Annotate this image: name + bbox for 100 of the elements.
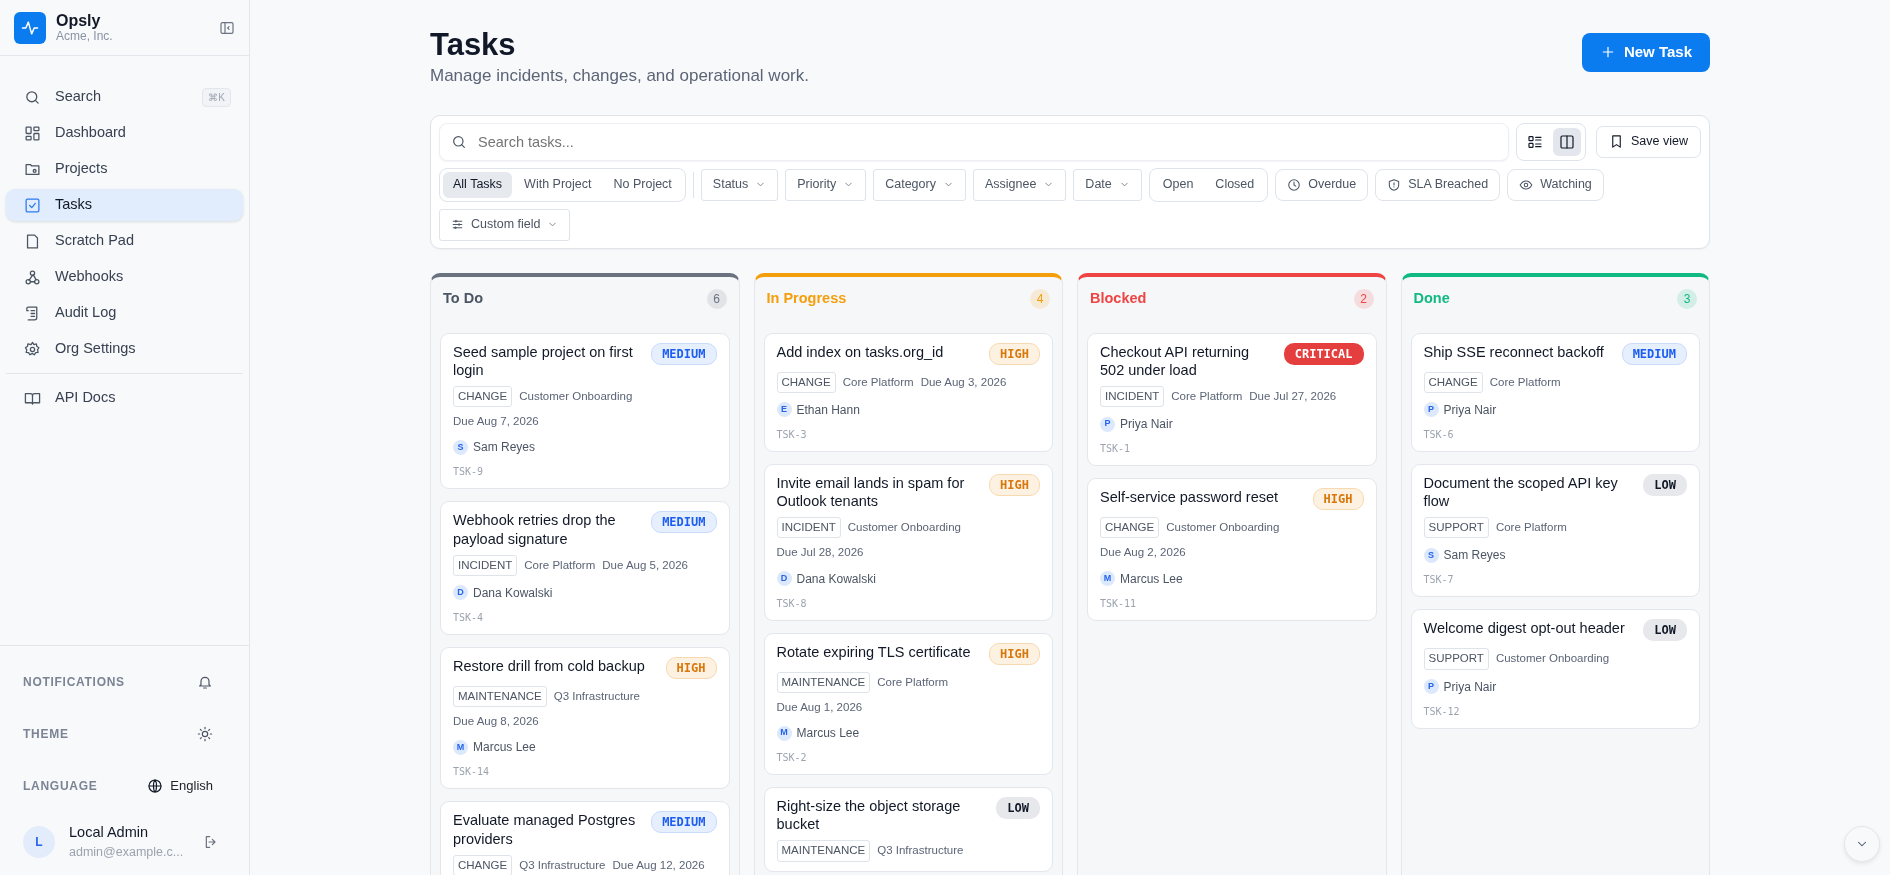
task-title: Invite email lands in spam for Outlook tenants [776, 473, 966, 511]
filter-dropdown[interactable]: Date [1073, 168, 1142, 201]
due-date: Due Aug 2, 2026 [1100, 545, 1186, 561]
category-tag: SUPPORT [1423, 648, 1489, 670]
new-task-button[interactable]: New Task [1581, 33, 1710, 72]
task-card[interactable]: Rotate expiring TLS certificate HIGH MAINTENANCE Core Platform Due Aug 1, 2026 M Marcus Lee TSK-2 [763, 632, 1053, 776]
nav-item[interactable]: Audit Log [6, 297, 243, 329]
task-card[interactable]: Restore drill from cold backup HIGH MAINTENANCE Q3 Infrastructure Due Aug 8, 2026 M Marcus Lee TSK-14 [440, 646, 730, 790]
shortcut-hint: ⌘K [202, 87, 231, 107]
assignee-name: Ethan Hann [796, 401, 860, 419]
filter-dropdown[interactable]: Assignee [972, 168, 1067, 201]
language-selector[interactable]: English [147, 775, 213, 796]
due-date: Due Aug 7, 2026 [453, 414, 539, 430]
task-card[interactable]: Seed sample project on first login MEDIUM CHANGE Customer Onboarding Due Aug 7, 2026 S Sam Reyes TSK-9 [440, 332, 730, 490]
priority-badge: HIGH [1312, 488, 1364, 511]
category-tag: MAINTENANCE [453, 685, 547, 708]
list-view-icon [1526, 133, 1543, 150]
column-title: Blocked [1090, 288, 1147, 308]
nav-item[interactable]: API Docs [6, 382, 243, 414]
task-card[interactable]: Right-size the object storage bucket LOW MAINTENANCE Q3 Infrastructure [763, 787, 1053, 872]
custom-field-button[interactable]: Custom field [439, 208, 571, 241]
category-tag: CHANGE [1423, 371, 1483, 393]
task-id: TSK-11 [1100, 596, 1138, 611]
project-name: Q3 Infrastructure [519, 857, 606, 873]
grid-icon [24, 124, 41, 142]
assignee-name: Priya Nair [1443, 401, 1497, 419]
nav-item[interactable]: Org Settings [6, 333, 243, 365]
columns-icon [1558, 133, 1575, 150]
nav-item[interactable]: Tasks [6, 189, 243, 221]
assignee-avatar: E [776, 402, 792, 418]
nav-item[interactable]: Search ⌘K [6, 81, 243, 113]
count-badge: 6 [706, 288, 727, 309]
save-view-button[interactable]: Save view [1596, 125, 1701, 158]
task-id: TSK-8 [776, 596, 808, 611]
task-title: Seed sample project on first login [453, 342, 634, 379]
task-id: TSK-7 [1423, 573, 1455, 588]
filter-tab[interactable]: All Tasks [443, 171, 513, 198]
filter-toggle[interactable]: Watching [1507, 168, 1604, 201]
page-title: Tasks [430, 26, 517, 64]
org-name: Acme, Inc. [56, 30, 114, 44]
globe-icon [147, 777, 164, 794]
category-tag: CHANGE [453, 854, 513, 875]
filter-dropdown[interactable]: Status [700, 168, 779, 201]
task-title: Evaluate managed Postgres providers [453, 811, 637, 848]
assignee-avatar: M [453, 739, 468, 755]
task-id: TSK-9 [453, 465, 485, 480]
filter-tab[interactable]: No Project [603, 171, 682, 198]
task-card[interactable]: Add index on tasks.org_id HIGH CHANGE Core Platform Due Aug 3, 2026 E Ethan Hann TSK-3 [763, 332, 1053, 452]
category-tag: CHANGE [1100, 517, 1160, 539]
assignee-name: Sam Reyes [473, 439, 536, 457]
priority-badge: HIGH [665, 656, 717, 679]
filter-tab[interactable]: With Project [514, 171, 602, 198]
nav-item[interactable]: Dashboard [6, 117, 243, 149]
assignee-avatar: S [1423, 547, 1439, 563]
filter-tab[interactable]: Open [1152, 171, 1204, 198]
priority-badge: HIGH [989, 342, 1040, 365]
filter-dropdown[interactable]: Priority [785, 168, 867, 201]
sun-icon[interactable] [197, 725, 213, 742]
project-name: Core Platform [1495, 520, 1567, 536]
search-field[interactable]: Search tasks... [439, 122, 1509, 161]
setting-label: THEME [23, 725, 69, 743]
task-card[interactable]: Invite email lands in spam for Outlook tenants HIGH INCIDENT Customer Onboarding Due Jul 28, 2026 D Dana Kowalski TSK-8 [763, 463, 1053, 621]
sidebar-collapse-icon[interactable] [219, 19, 235, 36]
nav-item[interactable]: Scratch Pad [6, 225, 243, 257]
category-tag: SUPPORT [1423, 517, 1489, 539]
filter-toggle[interactable]: SLA Breached [1375, 168, 1501, 201]
task-title: Ship SSE reconnect backoff [1423, 342, 1604, 362]
due-date: Due Aug 1, 2026 [776, 699, 863, 715]
category-tag: INCIDENT [453, 554, 518, 576]
task-title: Self-service password reset [1100, 488, 1279, 508]
task-card[interactable]: Self-service password reset HIGH CHANGE Customer Onboarding Due Aug 2, 2026 M Marcus Lee TSK-11 [1087, 478, 1377, 621]
nav-item[interactable]: Projects [6, 153, 243, 185]
count-badge: 3 [1677, 288, 1697, 309]
shield-icon [1387, 177, 1402, 192]
category-tag: MAINTENANCE [776, 671, 871, 693]
priority-badge: MEDIUM [1621, 342, 1687, 365]
task-card[interactable]: Evaluate managed Postgres providers MEDIUM CHANGE Q3 Infrastructure Due Aug 12, 2026 [440, 801, 730, 875]
column-title: To Do [443, 288, 483, 308]
due-date: Due Aug 5, 2026 [602, 557, 688, 573]
task-card[interactable]: Ship SSE reconnect backoff MEDIUM CHANGE Core Platform P Priya Nair TSK-6 [1410, 332, 1700, 452]
setting-label: NOTIFICATIONS [23, 673, 125, 691]
task-card[interactable]: Document the scoped API key flow LOW SUPPORT Core Platform S Sam Reyes TSK-7 [1410, 463, 1700, 598]
filter-toggle[interactable]: Overdue [1275, 168, 1369, 201]
due-date: Due Jul 28, 2026 [776, 545, 864, 561]
filter-dropdown[interactable]: Category [873, 168, 966, 201]
task-title: Rotate expiring TLS certificate [776, 642, 971, 662]
category-tag: INCIDENT [1100, 385, 1165, 408]
webhook-icon [24, 268, 41, 286]
task-title: Checkout API returning 502 under load [1100, 342, 1251, 379]
task-card[interactable]: Webhook retries drop the payload signature MEDIUM INCIDENT Core Platform Due Aug 5, 2026 D Dana Kowalski TSK-4 [440, 501, 730, 635]
task-card[interactable]: Checkout API returning 502 under load CRITICAL INCIDENT Core Platform Due Jul 27, 2026 P Priya Nair TSK-1 [1087, 332, 1377, 467]
nav-item[interactable]: Webhooks [6, 261, 243, 293]
filter-tab[interactable]: Closed [1205, 171, 1265, 198]
assignee-name: Priya Nair [1443, 678, 1497, 696]
priority-badge: CRITICAL [1283, 342, 1364, 365]
project-name: Core Platform [842, 374, 914, 390]
task-card[interactable]: Welcome digest opt-out header LOW SUPPORT Customer Onboarding P Priya Nair TSK-12 [1410, 609, 1700, 729]
project-name: Q3 Infrastructure [877, 843, 964, 859]
assignee-avatar: P [1423, 402, 1439, 418]
assignee-name: Priya Nair [1120, 416, 1173, 434]
